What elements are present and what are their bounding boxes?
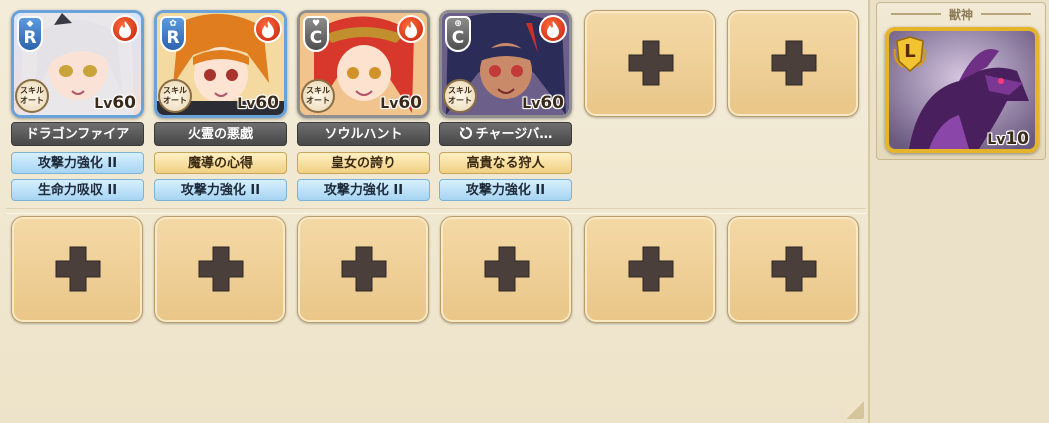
unit-card-1[interactable]: ◆ R スキル オート Lv60 xyxy=(11,10,144,118)
unit-card-3[interactable]: ♥ C スキル オート Lv60 xyxy=(297,10,430,118)
trait-label: 魔導の心得 xyxy=(154,152,287,174)
empty-slot-add[interactable] xyxy=(727,216,859,323)
formation-panel: ◆ R スキル オート Lv60 ✿ R スキル オート Lv60 ♥ C スキ… xyxy=(0,0,870,423)
plus-icon xyxy=(484,246,530,292)
empty-slot-add[interactable] xyxy=(11,216,143,323)
plus-icon xyxy=(198,246,244,292)
trait-label: 攻撃力強化 II xyxy=(439,179,572,201)
skill-name-with-cycle[interactable]: チャージバ… xyxy=(439,122,572,146)
skill-name: チャージバ… xyxy=(475,127,553,142)
unit-level: Lv60 xyxy=(522,93,564,113)
empty-slot-add[interactable] xyxy=(440,216,572,323)
fire-element-icon xyxy=(111,15,139,43)
row-divider xyxy=(6,208,866,214)
rank-badge: ⊕ C xyxy=(445,16,471,52)
fire-element-icon xyxy=(254,15,282,43)
plus-icon xyxy=(628,40,674,86)
crosshair-emblem-icon: ⊕ xyxy=(454,19,462,29)
empty-slot-add[interactable] xyxy=(727,10,859,117)
empty-slot-add[interactable] xyxy=(154,216,286,323)
fire-element-icon xyxy=(539,15,567,43)
beast-title: 獣神 xyxy=(877,6,1045,23)
plus-icon xyxy=(341,246,387,292)
beast-panel: 獣神 L Lv10 xyxy=(876,2,1046,160)
plus-icon xyxy=(771,40,817,86)
empty-slot-add[interactable] xyxy=(584,10,716,117)
plus-icon xyxy=(55,246,101,292)
unit-level: Lv60 xyxy=(237,93,279,113)
page-curl-decoration xyxy=(846,401,864,419)
unit-card-2[interactable]: ✿ R スキル オート Lv60 xyxy=(154,10,287,118)
trait-label: 皇女の誇り xyxy=(297,152,430,174)
shield-emblem-icon: ◆ xyxy=(26,19,34,29)
skill-auto-badge: スキル オート xyxy=(158,79,192,113)
skill-auto-badge: スキル オート xyxy=(301,79,335,113)
rank-badge: ♥ C xyxy=(303,16,329,52)
plus-icon xyxy=(628,246,674,292)
rank-badge: ✿ R xyxy=(160,16,186,52)
skill-name[interactable]: 火霊の悪戯 xyxy=(154,122,287,146)
skill-auto-badge: スキル オート xyxy=(15,79,49,113)
rank-badge: ◆ R xyxy=(17,16,43,52)
unit-level: Lv60 xyxy=(94,93,136,113)
legend-rank-badge: L xyxy=(893,35,927,73)
beast-card[interactable]: L Lv10 xyxy=(885,27,1039,153)
fire-element-icon xyxy=(397,15,425,43)
skill-auto-badge: スキル オート xyxy=(443,79,477,113)
cycle-icon xyxy=(459,127,472,139)
trait-label: 攻撃力強化 II xyxy=(11,152,144,174)
beast-level: Lv10 xyxy=(987,129,1029,149)
swirl-emblem-icon: ✿ xyxy=(169,19,177,29)
unit-level: Lv60 xyxy=(380,93,422,113)
empty-slot-add[interactable] xyxy=(297,216,429,323)
skill-name[interactable]: ソウルハント xyxy=(297,122,430,146)
trait-label: 高貴なる狩人 xyxy=(439,152,572,174)
trait-label: 攻撃力強化 II xyxy=(297,179,430,201)
trait-label: 攻撃力強化 II xyxy=(154,179,287,201)
unit-card-4[interactable]: ⊕ C スキル オート Lv60 xyxy=(439,10,572,118)
heart-emblem-icon: ♥ xyxy=(311,19,321,29)
trait-label: 生命力吸収 II xyxy=(11,179,144,201)
skill-name[interactable]: ドラゴンファイア xyxy=(11,122,144,146)
empty-slot-add[interactable] xyxy=(584,216,716,323)
plus-icon xyxy=(771,246,817,292)
